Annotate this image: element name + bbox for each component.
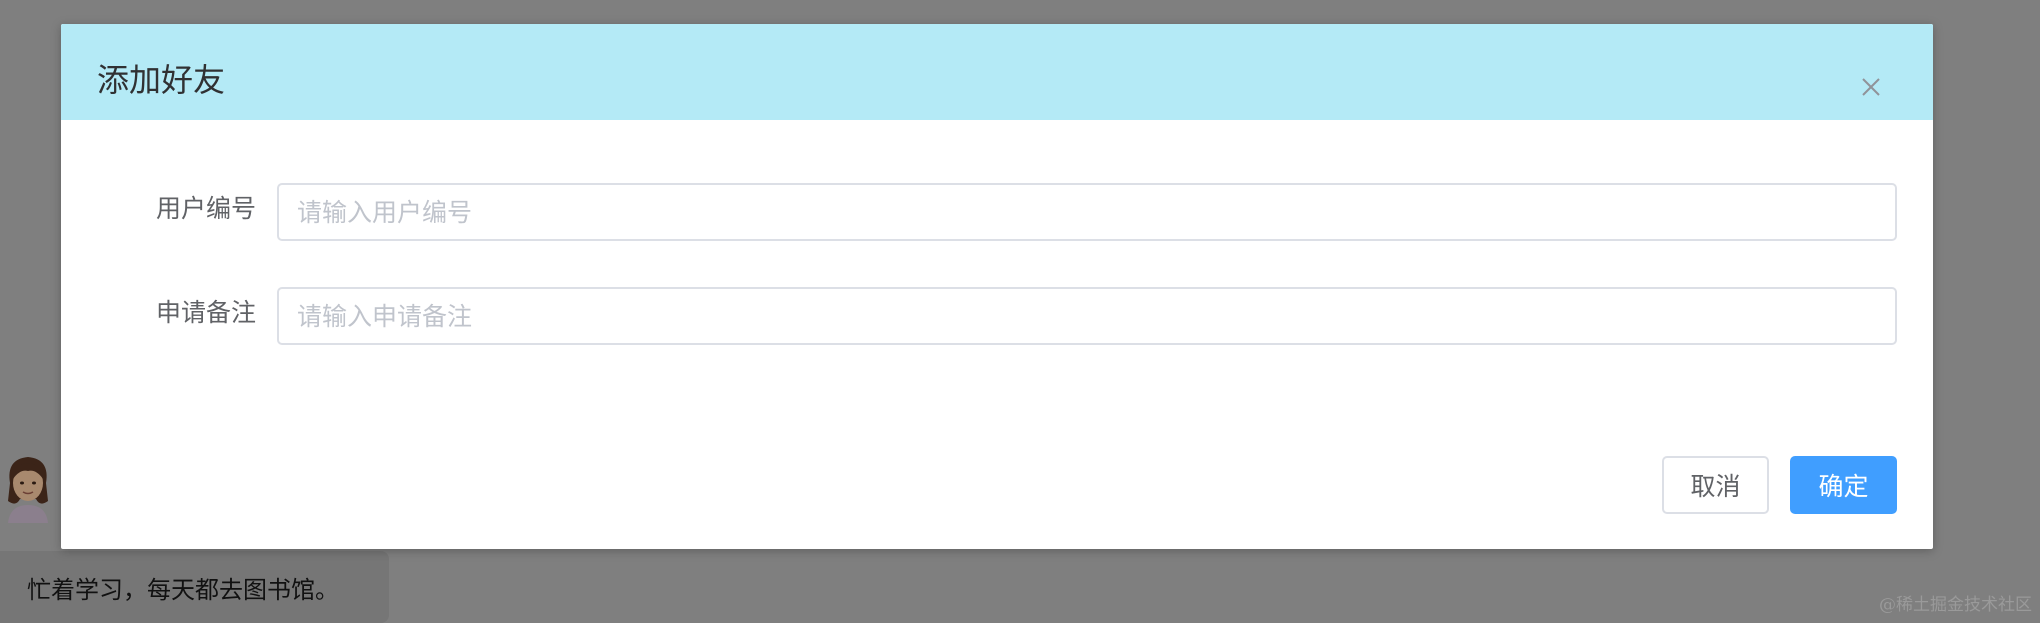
user-id-input[interactable] <box>277 183 1897 241</box>
remark-input[interactable] <box>277 287 1897 345</box>
user-id-label: 用户编号 <box>155 194 256 223</box>
close-button[interactable] <box>1858 74 1884 100</box>
add-friend-dialog: 添加好友 用户编号 申请备注 取消 确定 <box>61 24 1933 549</box>
remark-label: 申请备注 <box>155 298 256 327</box>
dialog-title: 添加好友 <box>97 61 226 99</box>
form-row-user-id: 用户编号 <box>61 183 1933 241</box>
status-text: 忙着学习，每天都去图书馆。 <box>27 575 339 604</box>
watermark: @稀土掘金技术社区 <box>1879 595 2032 615</box>
confirm-button[interactable]: 确定 <box>1790 456 1897 514</box>
avatar[interactable] <box>0 449 56 523</box>
form-row-remark: 申请备注 <box>61 287 1933 345</box>
close-icon <box>1862 78 1880 96</box>
dialog-header: 添加好友 <box>61 24 1933 120</box>
cancel-button[interactable]: 取消 <box>1662 456 1769 514</box>
status-bar: 忙着学习，每天都去图书馆。 <box>0 551 389 623</box>
